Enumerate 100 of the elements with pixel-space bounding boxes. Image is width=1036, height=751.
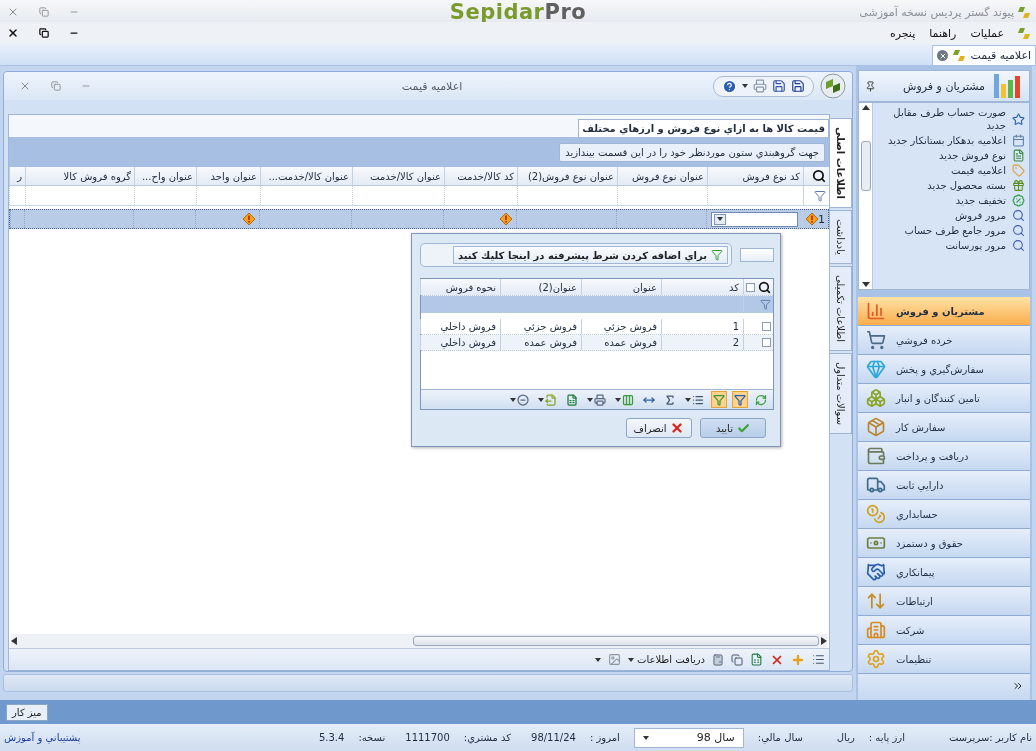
side-tab[interactable]: اطلاعات تکمیلی [830, 265, 852, 351]
print-button[interactable] [585, 391, 608, 408]
cross-icon [670, 421, 685, 435]
close-button[interactable] [6, 26, 20, 40]
document-tab[interactable]: اعلامیه قیمت [932, 45, 1036, 65]
print-icon[interactable] [753, 79, 767, 93]
restore-button[interactable] [38, 27, 50, 39]
side-tab[interactable]: اطلاعات اصلی [830, 118, 852, 208]
filter-button[interactable] [732, 391, 748, 408]
pin-icon[interactable] [865, 80, 876, 92]
column-header[interactable]: عنوان(2) [500, 279, 581, 295]
list-icon[interactable] [812, 653, 825, 666]
checkbox[interactable] [746, 282, 755, 292]
sidebar-item[interactable]: اعلامیه قیمت [877, 164, 1025, 177]
sidebar-item[interactable]: تخفیف جدید [877, 194, 1025, 207]
side-tab[interactable]: سوالات متداول [830, 352, 852, 434]
restore-icon [39, 7, 49, 17]
advanced-filter-button[interactable]: براي اضافه كردن شرط پيشرفته در اينجا كليك كنيد [452, 246, 728, 264]
sidebar-item[interactable]: مرور جامع طرف حساب [877, 224, 1025, 237]
cancel-button[interactable]: انصراف [626, 418, 692, 438]
sidebar-item[interactable]: مرور فروش [877, 209, 1025, 222]
building-icon [866, 620, 886, 640]
warning-icon [806, 213, 818, 225]
horizontal-scrollbar[interactable] [11, 634, 827, 648]
sidebar-section[interactable]: مشتریان و فروش [858, 297, 1030, 326]
help-icon[interactable] [722, 78, 737, 94]
menu-item[interactable]: پنجره [889, 26, 916, 40]
sidebar-section[interactable]: تنظيمات [858, 645, 1030, 674]
sidebar-section[interactable]: پيمانكاري [858, 558, 1030, 587]
sidebar-item[interactable]: بسته محصول جدید [877, 179, 1025, 192]
column-header[interactable]: عنوان کالا/خدمت... [260, 167, 352, 185]
search-icon[interactable] [758, 280, 771, 294]
circle-minus-button[interactable] [508, 391, 531, 408]
percent-badge-icon [1012, 194, 1025, 207]
save-as-icon[interactable] [772, 79, 786, 93]
search-field[interactable] [740, 248, 774, 262]
support-link[interactable]: پشتيباني و آموزش [4, 732, 81, 743]
column-header[interactable]: نحوه فروش [420, 279, 500, 295]
column-header[interactable]: عنوان نوع فروش(2) [517, 167, 617, 185]
sidebar-item[interactable]: صورت حساب طرف مقابل جدید [877, 106, 1025, 132]
filter-icon[interactable] [814, 189, 826, 202]
fetch-data-button[interactable]: دریافت اطلاعات [627, 654, 705, 665]
truck-icon [866, 475, 886, 495]
scrollbar-thumb[interactable] [860, 141, 871, 191]
grid-row[interactable]: 1 [9, 209, 829, 229]
side-tab[interactable]: یادداشت [830, 209, 852, 264]
sidebar-item[interactable]: نوع فروش جدید [877, 149, 1025, 162]
sidebar-item[interactable]: اعلامیه بدهکار بستانکار جدید [877, 134, 1025, 147]
checkbox[interactable] [762, 322, 771, 331]
filter-button[interactable] [711, 391, 727, 408]
search-icon [1012, 209, 1025, 222]
calculator-icon[interactable] [712, 653, 724, 666]
scrollbar-thumb[interactable] [412, 636, 820, 646]
wallet-icon [866, 446, 886, 466]
right-arrow-icon[interactable] [821, 637, 827, 645]
dropdown-field[interactable] [711, 211, 798, 227]
sidebar-section[interactable]: ارتباطات [858, 587, 1030, 616]
column-header[interactable]: ر [9, 167, 25, 185]
search-icon[interactable] [812, 169, 826, 183]
export-button[interactable] [536, 391, 559, 408]
sidebar-section[interactable]: سفارش‌گيري و پخش [858, 355, 1030, 384]
sidebar-section[interactable]: دارايي ثابت [858, 471, 1030, 500]
column-header[interactable]: عنوان واح... [134, 167, 196, 185]
confirm-button[interactable]: تاييد [700, 418, 766, 438]
spreadsheet-icon[interactable] [750, 653, 763, 666]
column-header[interactable]: عنوان کالا/خدمت [352, 167, 444, 185]
column-header[interactable]: عنوان واحد [196, 167, 260, 185]
left-arrow-icon[interactable] [11, 637, 17, 645]
picture-icon[interactable] [607, 653, 621, 666]
menu-item[interactable]: عملیات [970, 26, 1004, 40]
fiscal-year-select[interactable]: سال 98 [633, 727, 744, 748]
sidebar-section[interactable]: حسابداري [858, 500, 1030, 529]
column-header[interactable]: عنوان [581, 279, 661, 295]
menu-item[interactable]: راهنما [929, 26, 957, 40]
column-header[interactable]: عنوان نوع فروش [617, 167, 707, 185]
sidebar-section[interactable]: دريافت و پرداخت [858, 442, 1030, 471]
sidebar-section[interactable]: شركت [858, 616, 1030, 645]
down-arrow-icon[interactable] [861, 282, 870, 287]
chevrons-icon[interactable] [1012, 680, 1024, 692]
copy-icon[interactable] [731, 653, 743, 666]
cart-icon [866, 330, 886, 350]
save-icon[interactable] [791, 79, 805, 93]
column-header[interactable]: کد نوع فروش [707, 167, 803, 185]
column-header[interactable]: گروه فروش کالا [25, 167, 134, 185]
sidebar-item[interactable]: مرور پورسانت [877, 239, 1025, 252]
vertical-scrollbar[interactable] [859, 103, 873, 289]
up-down-arrows-icon [866, 591, 886, 611]
desktop-button[interactable]: میز کار [6, 703, 48, 721]
checkbox[interactable] [762, 338, 771, 347]
coins-icon [866, 504, 886, 524]
sidebar-section[interactable]: خرده فروشي [858, 326, 1030, 355]
sidebar-section[interactable]: تامين كنندگان و انبار [858, 384, 1030, 413]
close-tab-button[interactable] [937, 50, 949, 61]
up-arrow-icon[interactable] [861, 105, 870, 110]
column-header[interactable]: کد [661, 279, 743, 295]
column-header[interactable]: کد کالا/خدمت [444, 167, 517, 185]
app-icon [1018, 26, 1030, 40]
sidebar-section[interactable]: سفارش كار [858, 413, 1030, 442]
sidebar-section[interactable]: حقوق و دستمزد [858, 529, 1030, 558]
spreadsheet-button[interactable] [564, 391, 580, 408]
